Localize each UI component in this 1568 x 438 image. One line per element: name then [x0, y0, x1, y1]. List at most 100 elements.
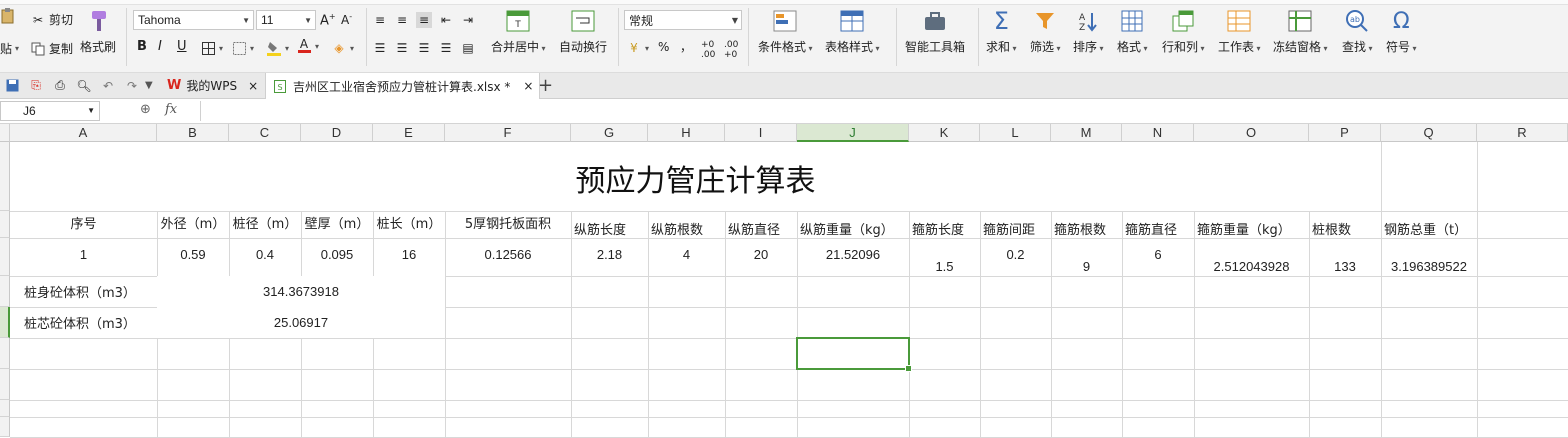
align-middle-icon[interactable]: ≡ — [394, 12, 410, 28]
header-cell[interactable]: 桩径（m） — [229, 211, 301, 238]
data-cell[interactable]: 0.4 — [229, 238, 301, 276]
header-cell[interactable]: 箍筋直径 — [1122, 211, 1194, 238]
export-pdf-icon[interactable]: ⎘ — [28, 78, 44, 94]
percent-button[interactable]: % — [658, 40, 669, 54]
column-header-k[interactable]: K — [909, 124, 980, 142]
cell-style-button[interactable]: ▾ — [231, 40, 254, 56]
undo-icon[interactable]: ↶ — [100, 78, 116, 94]
column-header-b[interactable]: B — [157, 124, 229, 142]
wrap-text-button[interactable]: 自动换行 — [559, 8, 607, 55]
header-cell[interactable]: 壁厚（m） — [301, 211, 373, 238]
decrease-decimal-button[interactable]: .00 +0 — [724, 40, 738, 60]
header-cell[interactable]: 纵筋直径 — [725, 211, 797, 238]
spreadsheet-grid[interactable]: A B C D E F G H I J K L M N O P Q R 预应力管庄计算表 序号 外径（m） 桩径（m） 壁厚… — [0, 124, 1568, 438]
print-icon[interactable]: ⎙ — [52, 78, 68, 94]
justify-icon[interactable]: ☰ — [438, 40, 454, 56]
cut-button[interactable]: ✂ 剪切 — [30, 11, 73, 28]
column-header-o[interactable]: O — [1194, 124, 1309, 142]
tab-my-wps[interactable]: W 我的WPS × — [167, 73, 258, 98]
column-header-f[interactable]: F — [445, 124, 571, 142]
column-header-l[interactable]: L — [980, 124, 1051, 142]
header-cell[interactable]: 钢筋总重（t） — [1381, 211, 1477, 238]
increase-decimal-button[interactable]: +0.00 — [701, 40, 715, 60]
column-header-c[interactable]: C — [229, 124, 301, 142]
sort-button[interactable]: AZ 排序 ▾ — [1073, 8, 1104, 55]
clear-format-button[interactable]: ◈ ▾ — [331, 40, 354, 56]
align-left-icon[interactable]: ☰ — [372, 40, 388, 56]
data-cell[interactable]: 9 — [1051, 238, 1122, 276]
fill-handle[interactable] — [905, 365, 912, 372]
column-header-d[interactable]: D — [301, 124, 373, 142]
zoom-icon[interactable]: ⊕ — [140, 102, 151, 117]
data-cell[interactable]: 6 — [1122, 238, 1194, 276]
data-cell[interactable]: 133 — [1309, 238, 1381, 276]
smart-toolbox-button[interactable]: 智能工具箱 — [905, 8, 965, 55]
pile-body-volume-value[interactable]: 314.3673918 — [157, 276, 445, 307]
data-cell[interactable]: 20 — [725, 238, 797, 276]
select-all-corner[interactable] — [0, 124, 10, 142]
data-cell[interactable]: 1.5 — [909, 238, 980, 276]
freeze-panes-button[interactable]: 冻结窗格 ▾ — [1273, 8, 1328, 55]
data-cell[interactable]: 0.59 — [157, 238, 229, 276]
data-cell[interactable]: 2.18 — [571, 238, 648, 276]
currency-button[interactable]: ¥ ▾ — [626, 40, 649, 56]
symbol-button[interactable]: Ω 符号 ▾ — [1386, 8, 1417, 55]
row-header[interactable] — [0, 417, 10, 437]
column-header-h[interactable]: H — [648, 124, 725, 142]
increase-font-button[interactable]: A+ — [320, 12, 336, 28]
border-button[interactable]: ▾ — [200, 40, 223, 56]
format-painter-button[interactable]: 格式刷 — [80, 8, 116, 55]
row-header[interactable] — [0, 211, 10, 238]
data-cell[interactable]: 0.12566 — [445, 238, 571, 276]
data-cell[interactable]: 21.52096 — [797, 238, 909, 276]
data-cell[interactable]: 3.196389522 — [1381, 238, 1477, 276]
data-cell[interactable]: 0.095 — [301, 238, 373, 276]
header-cell[interactable]: 5厚钢托板面积 — [445, 211, 571, 238]
italic-button[interactable]: I — [158, 39, 162, 54]
header-cell[interactable]: 纵筋重量（kg） — [797, 211, 909, 238]
row-header[interactable] — [0, 369, 10, 400]
distribute-icon[interactable]: ▤ — [460, 40, 476, 56]
data-cell[interactable]: 4 — [648, 238, 725, 276]
font-size-select[interactable]: 11 ▼ — [256, 10, 316, 30]
column-header-q[interactable]: Q — [1381, 124, 1477, 142]
worksheet-button[interactable]: 工作表 ▾ — [1218, 8, 1261, 55]
merge-center-button[interactable]: T 合并居中 ▾ — [491, 8, 546, 55]
redo-icon[interactable]: ↷ — [124, 78, 140, 94]
column-header-a[interactable]: A — [10, 124, 157, 142]
row-col-button[interactable]: 行和列 ▾ — [1162, 8, 1205, 55]
align-top-icon[interactable]: ≡ — [372, 12, 388, 28]
tab-active-file[interactable]: S 吉州区工业宿舍预应力管桩计算表.xlsx * × — [265, 73, 541, 99]
column-header-m[interactable]: M — [1051, 124, 1122, 142]
align-center-icon[interactable]: ☰ — [394, 40, 410, 56]
pile-core-volume-label[interactable]: 桩芯砼体积（m3） — [10, 307, 171, 338]
bold-button[interactable]: B — [137, 39, 147, 54]
data-cell[interactable]: 16 — [373, 238, 445, 276]
row-header[interactable] — [0, 338, 10, 369]
new-tab-button[interactable]: + — [538, 73, 553, 98]
header-cell[interactable]: 序号 — [10, 211, 157, 238]
print-preview-icon[interactable]: 🔍︎ — [76, 78, 92, 94]
row-header[interactable] — [0, 142, 10, 211]
pile-body-volume-label[interactable]: 桩身砼体积（m3） — [10, 276, 171, 307]
format-button[interactable]: 格式 ▾ — [1117, 8, 1148, 55]
column-header-r[interactable]: R — [1477, 124, 1568, 142]
header-cell[interactable]: 箍筋间距 — [980, 211, 1051, 238]
header-cell[interactable]: 箍筋长度 — [909, 211, 980, 238]
formula-input[interactable] — [200, 101, 1567, 121]
active-cell-selection[interactable] — [796, 337, 912, 372]
data-cell[interactable]: 1 — [10, 238, 157, 276]
data-cell[interactable]: 0.2 — [980, 238, 1051, 276]
fx-icon[interactable]: fx — [165, 102, 177, 117]
row-header[interactable] — [0, 238, 10, 276]
fill-color-button[interactable]: ▾ — [266, 40, 289, 56]
copy-button[interactable]: 复制 — [30, 40, 73, 57]
column-header-i[interactable]: I — [725, 124, 797, 142]
column-header-p[interactable]: P — [1309, 124, 1381, 142]
name-box[interactable]: J6 ▼ — [0, 101, 100, 121]
paste-label-button[interactable]: 贴 ▾ — [0, 40, 19, 57]
filter-button[interactable]: 筛选 ▾ — [1030, 8, 1061, 55]
header-cell[interactable]: 纵筋根数 — [648, 211, 725, 238]
header-cell[interactable]: 箍筋重量（kg） — [1194, 211, 1309, 238]
indent-decrease-icon[interactable]: ⇤ — [438, 12, 454, 28]
